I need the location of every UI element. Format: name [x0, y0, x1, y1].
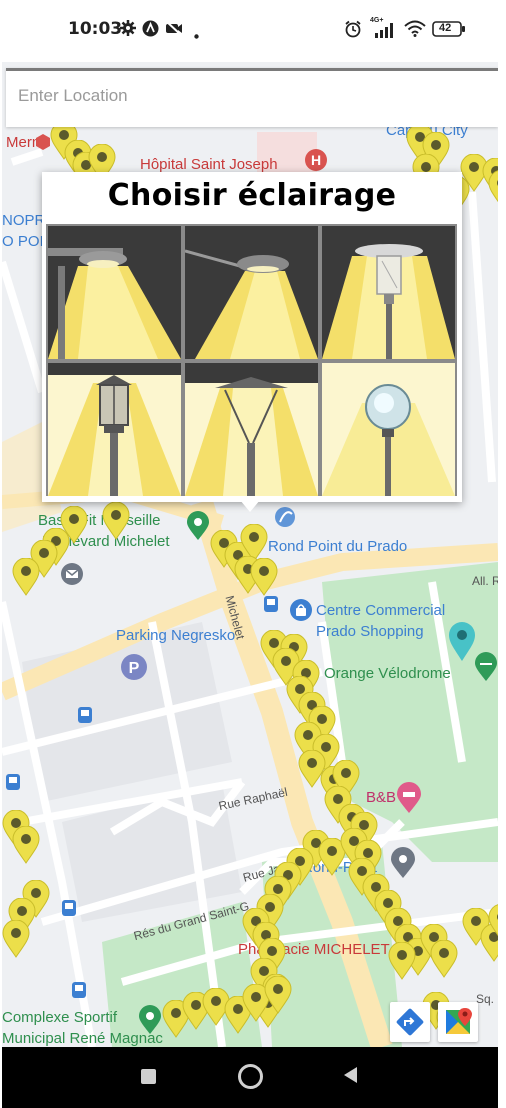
map-label-complexe: Complexe Sportif: [2, 1009, 118, 1026]
bus-stop-icon-5[interactable]: [72, 982, 86, 1003]
bus-stop-icon-2[interactable]: [78, 707, 92, 728]
lighting-option-sphere-globe[interactable]: [322, 363, 455, 496]
gym-pin-icon[interactable]: [186, 511, 210, 546]
map-label-hopital: Hôpital Saint Joseph: [140, 156, 278, 173]
popup-title: Choisir éclairage: [107, 178, 397, 213]
popup-pointer: [240, 500, 260, 512]
bus-stop-icon-4[interactable]: [62, 900, 76, 921]
wifi-icon: [404, 20, 426, 42]
stadium-icon[interactable]: [474, 652, 498, 687]
location-search-input[interactable]: [6, 71, 478, 121]
lighting-options-grid: [46, 224, 457, 496]
lamp-marker-pin[interactable]: [12, 826, 40, 864]
poi-red-icon[interactable]: [36, 134, 50, 155]
post-office-icon[interactable]: [60, 562, 84, 591]
lighting-option-lantern-globe[interactable]: [322, 226, 455, 359]
status-time: 10:03: [68, 19, 123, 39]
map-label-rond-point: Rond Point du Prado: [268, 538, 408, 555]
sports-pin-icon[interactable]: [138, 1005, 162, 1040]
lamp-marker-pin[interactable]: [250, 558, 278, 596]
map-label-parking: Parking Negresko: [116, 627, 236, 644]
map-label-prado-shopping: Prado Shopping: [316, 623, 424, 640]
alarm-icon: [344, 20, 362, 43]
directions-button[interactable]: [390, 1002, 430, 1042]
shopping-icon[interactable]: [289, 598, 313, 627]
lamp-marker-pin[interactable]: [2, 920, 30, 958]
map-label-bnb: B&B: [366, 789, 397, 806]
lighting-chooser-popup: Choisir éclairage: [42, 172, 462, 502]
home-button[interactable]: [238, 1064, 263, 1089]
lamp-marker-pin[interactable]: [488, 170, 498, 208]
battery-icon: 42: [432, 21, 466, 42]
lamp-marker-pin[interactable]: [12, 558, 40, 596]
lamp-marker-pin[interactable]: [102, 502, 130, 540]
status-bar: 10:03 4G+ 42: [2, 0, 498, 62]
lighting-option-cobra-head[interactable]: [48, 226, 181, 359]
svg-text:P: P: [129, 660, 140, 677]
a-badge-icon: [142, 20, 159, 42]
hotel-pin-icon[interactable]: [396, 782, 422, 819]
recent-apps-button[interactable]: [141, 1069, 156, 1084]
back-button[interactable]: [344, 1067, 357, 1083]
gear-icon: [120, 20, 136, 41]
battery-level: 42: [439, 22, 452, 34]
phone-screen: 10:03 4G+ 42 Merm Hôpital Saint Joseph C…: [2, 0, 498, 1108]
map-label-centre-commercial: Centre Commercial: [316, 602, 446, 619]
search-bar: [6, 68, 498, 127]
lighting-option-arm-mounted[interactable]: [185, 226, 318, 359]
bus-stop-icon[interactable]: [264, 596, 278, 617]
open-in-maps-button[interactable]: [438, 1002, 478, 1042]
google-maps-icon: [446, 1008, 472, 1034]
map-label-all: All. R: [472, 574, 498, 588]
location-pin-gray-icon[interactable]: [390, 847, 416, 884]
map-label-velodrome: Orange Vélodrome: [324, 665, 451, 682]
lighting-option-conical-shade[interactable]: [185, 363, 318, 496]
svg-text:H: H: [311, 152, 321, 168]
bus-stop-icon-3[interactable]: [6, 774, 20, 795]
lamp-marker-pin[interactable]: [488, 904, 498, 942]
location-pin-teal-icon[interactable]: [448, 622, 476, 667]
signal-icon: [373, 22, 397, 43]
lamp-marker-pin[interactable]: [430, 940, 458, 978]
lamp-marker-pin[interactable]: [388, 942, 416, 980]
map-label-nopr: NOPR: [2, 212, 46, 229]
camera-off-icon: [165, 20, 183, 41]
map-label-sq: Sq.: [476, 992, 495, 1006]
dot-icon: [194, 26, 199, 44]
android-nav-bar: [2, 1047, 498, 1108]
directions-icon: [396, 1008, 424, 1036]
parking-icon[interactable]: P: [120, 653, 148, 686]
lighting-option-classic-lantern[interactable]: [48, 363, 181, 496]
map-label-basic-fit: Basic-Fit Marseille: [38, 512, 161, 529]
lamp-marker-pin[interactable]: [264, 976, 292, 1014]
